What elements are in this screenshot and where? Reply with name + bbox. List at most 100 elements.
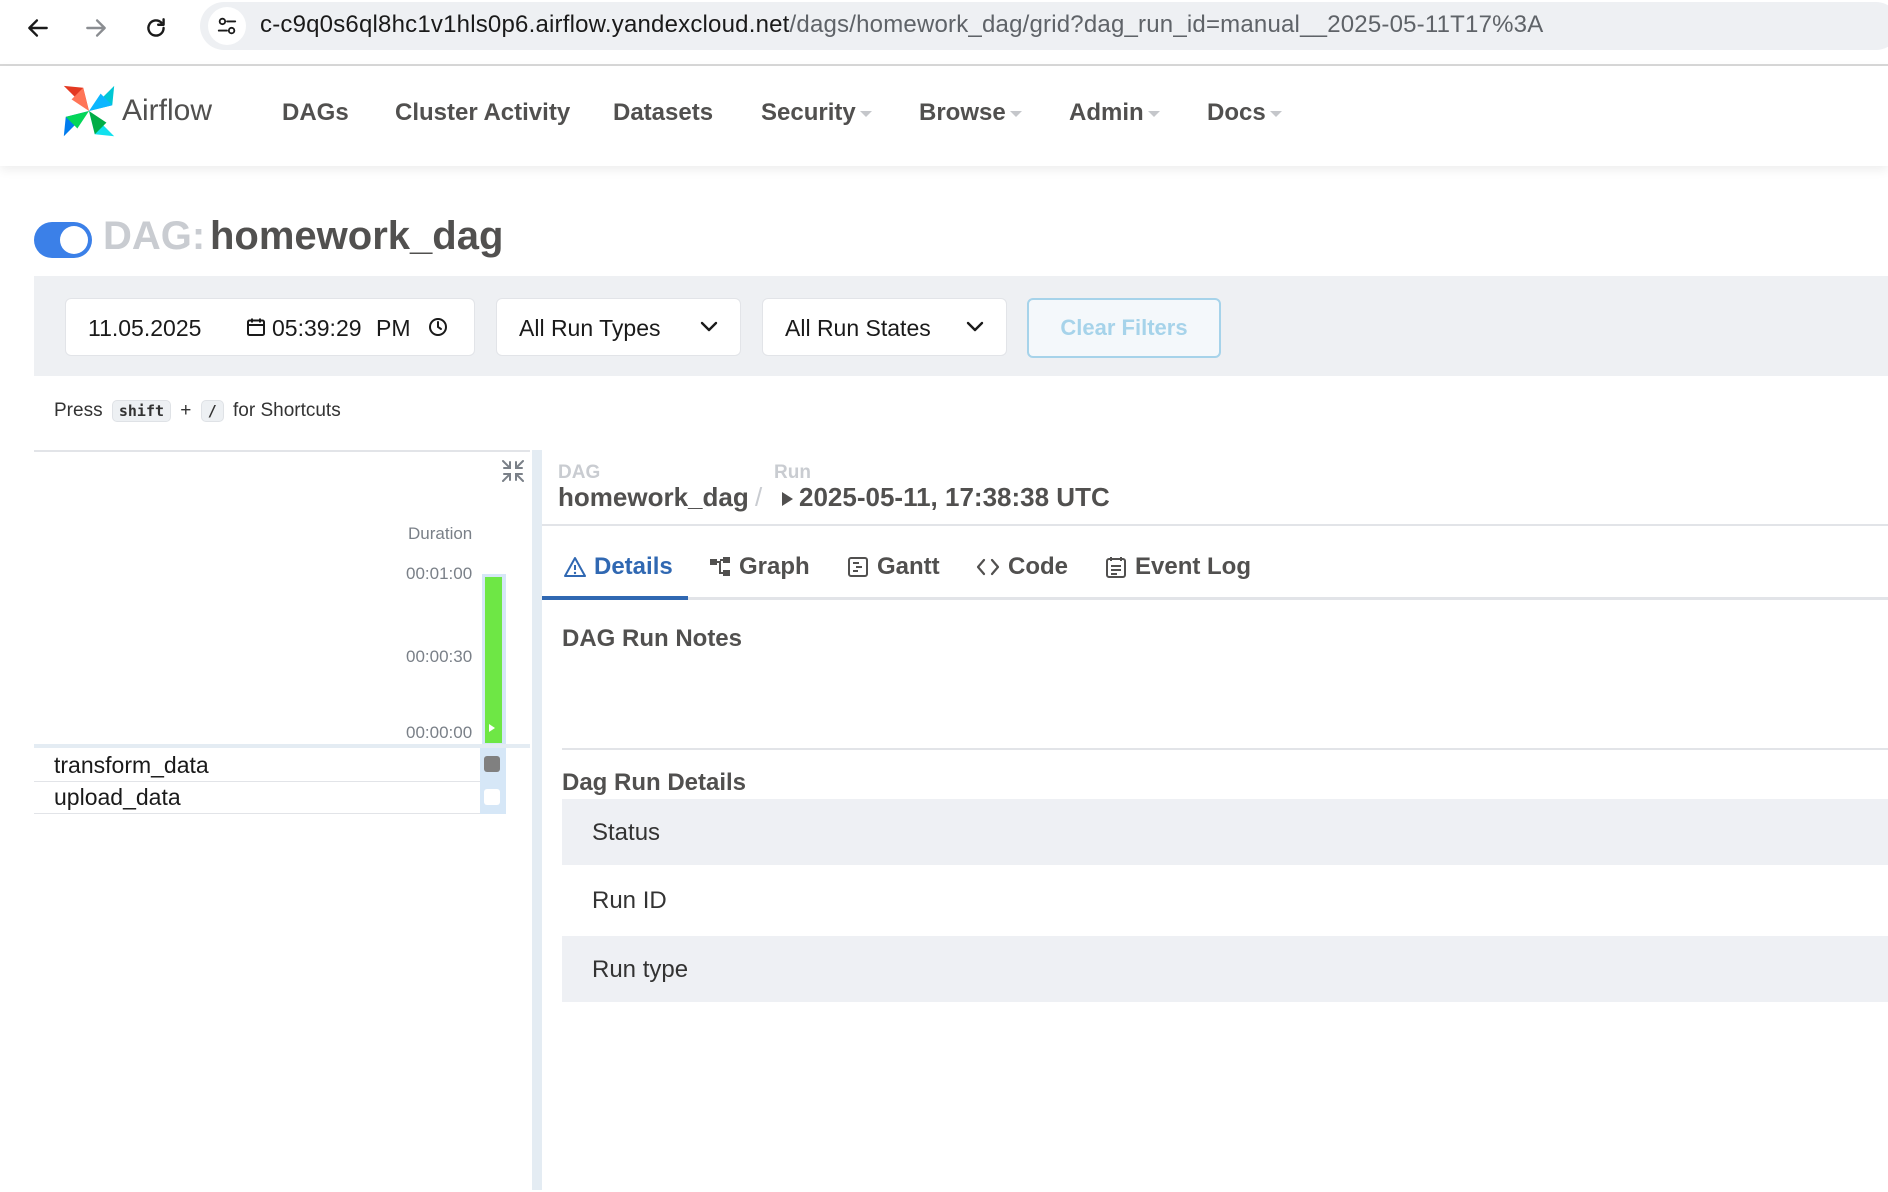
tab-label: Code xyxy=(1008,553,1068,580)
site-settings-button[interactable] xyxy=(208,7,246,45)
detail-row-status: Status xyxy=(562,799,1888,865)
caret-down-icon xyxy=(859,110,872,117)
url-path: /dags/homework_dag/grid?dag_run_id=manua… xyxy=(789,11,1544,38)
back-button[interactable] xyxy=(18,8,58,48)
shortcut-hint: Press shift + / for Shortcuts xyxy=(54,400,341,422)
clear-filters-button[interactable]: Clear Filters xyxy=(1027,298,1221,358)
hint-press: Press xyxy=(54,400,103,421)
browser-toolbar: c-c9q0s6ql8hc1v1hls0p6.airflow.yandexclo… xyxy=(0,0,1888,66)
clock-icon[interactable] xyxy=(428,317,448,337)
warning-triangle-icon xyxy=(564,557,586,577)
nav-admin[interactable]: Admin xyxy=(1069,99,1160,127)
tab-graph[interactable]: Graph xyxy=(709,552,810,582)
collapse-icon[interactable] xyxy=(500,458,526,484)
play-icon xyxy=(489,724,495,732)
panel-resizer[interactable] xyxy=(532,450,542,1190)
chevron-down-icon xyxy=(966,321,984,332)
grid-panel: Duration 00:01:00 00:00:30 00:00:00 tran… xyxy=(34,450,530,1192)
nav-browse[interactable]: Browse xyxy=(919,99,1022,127)
task-name: upload_data xyxy=(54,784,181,810)
event-log-icon xyxy=(1106,557,1126,578)
tab-label: Details xyxy=(594,553,673,580)
run-types-select[interactable]: All Run Types xyxy=(496,298,741,356)
logo-text[interactable]: Airflow xyxy=(122,94,212,128)
breadcrumb-run[interactable]: 2025-05-11, 17:38:38 UTC xyxy=(799,482,1110,513)
ampm-value: PM xyxy=(376,315,411,341)
base-date-input[interactable]: 11.05.2025 05:39:29 PM xyxy=(65,298,475,356)
tab-code[interactable]: Code xyxy=(976,552,1068,582)
run-states-select[interactable]: All Run States xyxy=(762,298,1007,356)
nav-cluster-activity-label: Cluster Activity xyxy=(395,99,571,126)
arrow-right-icon xyxy=(86,19,106,37)
detail-row-run-type: Run type xyxy=(562,936,1888,1002)
page-title: homework_dag xyxy=(210,214,504,258)
tab-details[interactable]: Details xyxy=(564,552,673,582)
date-value: 11.05.2025 xyxy=(88,315,202,341)
duration-label: Duration xyxy=(408,524,473,543)
active-tab-indicator xyxy=(542,596,688,600)
tab-label: Gantt xyxy=(877,553,940,580)
task-instance-cell[interactable] xyxy=(484,756,500,772)
reload-button[interactable] xyxy=(136,8,176,48)
grid-separator xyxy=(34,744,530,748)
breadcrumb-dag[interactable]: homework_dag xyxy=(558,482,749,513)
dag-run-duration-bar[interactable] xyxy=(485,577,502,743)
tabs-baseline xyxy=(542,597,1888,600)
run-types-value: All Run Types xyxy=(519,315,661,341)
tab-gantt[interactable]: Gantt xyxy=(847,552,940,582)
detail-label: Run ID xyxy=(592,887,667,914)
forward-button[interactable] xyxy=(76,8,116,48)
airflow-logo-icon[interactable] xyxy=(58,80,120,142)
tab-label: Event Log xyxy=(1135,553,1252,580)
dag-title-prefix: DAG: xyxy=(103,214,206,258)
arrow-left-icon xyxy=(28,19,48,37)
task-instance-cell[interactable] xyxy=(484,789,500,805)
duration-tick: 00:00:00 xyxy=(406,723,473,742)
task-row-upload-data[interactable]: upload_data xyxy=(34,782,506,814)
reload-icon xyxy=(147,18,165,37)
filters-bar: 11.05.2025 05:39:29 PM All Run Types All… xyxy=(34,276,1888,376)
gantt-icon xyxy=(848,557,868,577)
divider xyxy=(542,524,1888,526)
duration-tick: 00:01:00 xyxy=(406,564,473,583)
task-name: transform_data xyxy=(54,752,209,778)
tab-event-log[interactable]: Event Log xyxy=(1105,552,1251,582)
caret-down-icon xyxy=(1269,110,1282,117)
nav-cluster-activity[interactable]: Cluster Activity xyxy=(395,99,570,127)
detail-label: Status xyxy=(592,819,661,846)
breadcrumb-separator: / xyxy=(755,482,763,512)
run-states-value: All Run States xyxy=(785,315,931,341)
breadcrumb-run-label: Run xyxy=(774,462,811,483)
dag-pause-toggle[interactable] xyxy=(34,222,92,258)
breadcrumb-dag-label: DAG xyxy=(558,462,601,483)
nav-browse-label: Browse xyxy=(919,99,1006,126)
caret-down-icon xyxy=(1147,110,1160,117)
nav-dags-label: DAGs xyxy=(282,99,349,126)
hint-suffix: for Shortcuts xyxy=(233,400,341,421)
task-instance-column xyxy=(480,748,506,814)
url-text[interactable]: c-c9q0s6ql8hc1v1hls0p6.airflow.yandexclo… xyxy=(260,11,1543,39)
run-play-icon xyxy=(782,492,793,506)
url-host: c-c9q0s6ql8hc1v1hls0p6.airflow.yandexclo… xyxy=(260,11,790,38)
time-value: 05:39:29 xyxy=(272,315,362,341)
detail-label: Run type xyxy=(592,956,689,983)
nav-datasets[interactable]: Datasets xyxy=(613,99,713,127)
nav-dags[interactable]: DAGs xyxy=(282,99,349,127)
dag-run-bar-track[interactable] xyxy=(482,574,506,746)
shift-key: shift xyxy=(111,400,172,422)
graph-icon xyxy=(710,557,730,576)
nav-datasets-label: Datasets xyxy=(613,99,714,126)
code-icon xyxy=(976,558,1000,576)
tune-icon xyxy=(217,17,237,35)
slash-key: / xyxy=(200,400,224,422)
divider xyxy=(562,748,1888,750)
task-row-transform-data[interactable]: transform_data xyxy=(34,750,506,782)
nav-docs[interactable]: Docs xyxy=(1207,99,1282,127)
hint-plus: + xyxy=(180,400,192,421)
nav-security-label: Security xyxy=(761,99,856,126)
tab-label: Graph xyxy=(739,553,810,580)
dag-run-details-title: Dag Run Details xyxy=(562,769,747,796)
nav-security[interactable]: Security xyxy=(761,99,872,127)
calendar-icon[interactable] xyxy=(246,317,266,337)
detail-row-run-id: Run ID xyxy=(562,867,1888,933)
